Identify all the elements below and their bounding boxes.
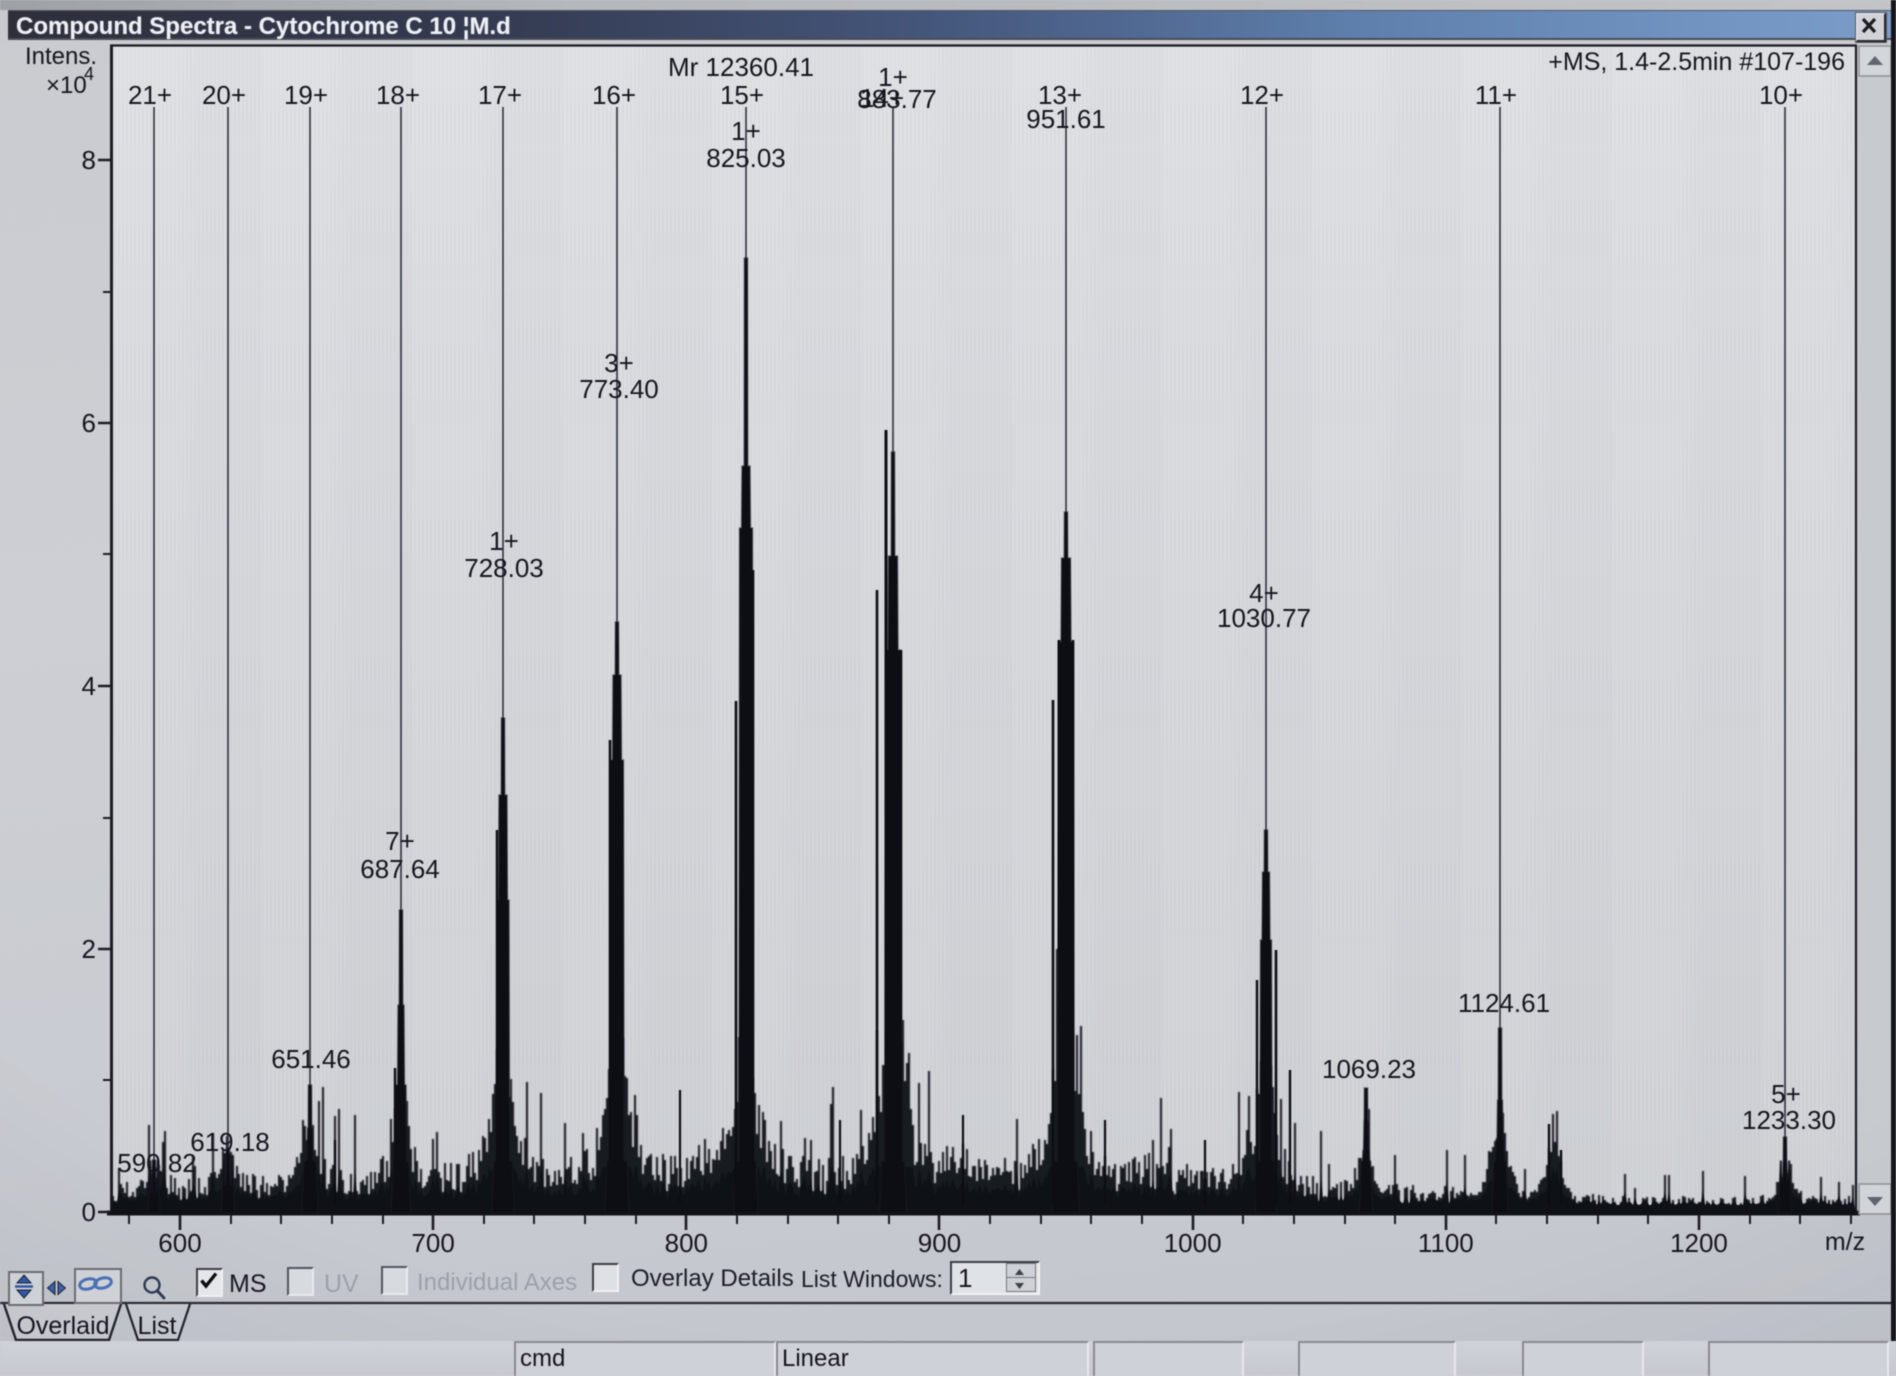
svg-text:8: 8 <box>82 145 96 175</box>
svg-text:619.18: 619.18 <box>190 1127 270 1157</box>
svg-text:600: 600 <box>158 1228 201 1258</box>
svg-text:+MS, 1.4-2.5min #107-196: +MS, 1.4-2.5min #107-196 <box>1548 48 1845 76</box>
svg-text:687.64: 687.64 <box>360 854 440 884</box>
svg-text:m/z: m/z <box>1825 1228 1865 1256</box>
svg-text:1069.23: 1069.23 <box>1322 1054 1416 1084</box>
svg-text:1000: 1000 <box>1164 1228 1222 1258</box>
svg-text:10+: 10+ <box>1759 80 1803 110</box>
svg-text:4: 4 <box>82 671 96 701</box>
svg-text:19+: 19+ <box>284 80 328 110</box>
svg-text:Overlaid: Overlaid <box>16 1312 109 1340</box>
svg-text:21+: 21+ <box>128 80 172 110</box>
svg-text:×10: ×10 <box>46 72 87 99</box>
svg-text:825.03: 825.03 <box>706 143 786 173</box>
svg-text:List: List <box>138 1312 177 1340</box>
svg-text:1+: 1+ <box>731 116 761 146</box>
svg-text:4: 4 <box>84 64 94 84</box>
svg-text:Mr 12360.41: Mr 12360.41 <box>668 52 814 82</box>
svg-text:2: 2 <box>82 934 96 964</box>
svg-text:651.46: 651.46 <box>271 1044 351 1074</box>
svg-text:18+: 18+ <box>376 80 420 110</box>
svg-text:951.61: 951.61 <box>1026 104 1106 134</box>
svg-text:1124.61: 1124.61 <box>1458 988 1550 1018</box>
svg-text:728.03: 728.03 <box>464 553 544 583</box>
svg-text:1030.77: 1030.77 <box>1217 603 1311 633</box>
svg-text:6: 6 <box>82 408 96 438</box>
svg-text:1200: 1200 <box>1670 1228 1728 1258</box>
svg-text:590.82: 590.82 <box>117 1148 197 1178</box>
svg-text:15+: 15+ <box>720 80 764 110</box>
svg-text:7+: 7+ <box>385 826 415 856</box>
svg-text:0: 0 <box>82 1197 96 1227</box>
svg-text:900: 900 <box>918 1228 961 1258</box>
svg-text:12+: 12+ <box>1240 80 1284 110</box>
svg-text:773.40: 773.40 <box>579 374 659 404</box>
svg-text:883.77: 883.77 <box>857 84 937 114</box>
svg-text:17+: 17+ <box>478 80 522 110</box>
svg-text:1+: 1+ <box>489 526 519 556</box>
svg-text:20+: 20+ <box>202 80 246 110</box>
svg-text:1100: 1100 <box>1418 1228 1474 1258</box>
svg-text:16+: 16+ <box>592 80 636 110</box>
svg-text:11+: 11+ <box>1475 80 1517 110</box>
svg-text:1233.30: 1233.30 <box>1742 1105 1836 1135</box>
svg-text:800: 800 <box>665 1228 708 1258</box>
svg-text:700: 700 <box>411 1228 454 1258</box>
